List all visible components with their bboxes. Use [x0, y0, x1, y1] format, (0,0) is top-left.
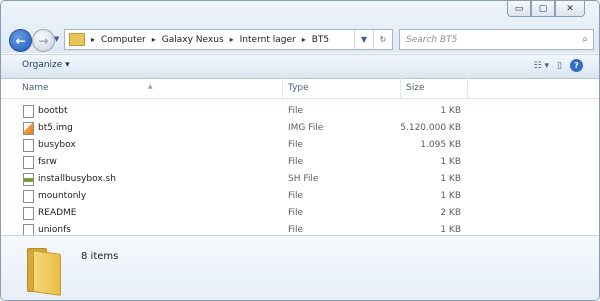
file-type: File: [288, 157, 304, 167]
forward-button[interactable]: →: [32, 29, 55, 52]
file-type: File: [288, 140, 304, 150]
address-bar[interactable]: ▸ Computer ▸ Galaxy Nexus ▸ Internt lage…: [64, 29, 393, 50]
column-divider[interactable]: [467, 78, 468, 98]
file-name: fsrw: [38, 157, 57, 167]
img-file-icon: [23, 122, 34, 135]
folder-icon: [23, 246, 63, 296]
chevron-right-icon[interactable]: ▸: [302, 35, 306, 44]
file-type: File: [288, 208, 304, 218]
file-name: busybox: [38, 140, 76, 150]
preview-pane-button[interactable]: ▯: [557, 58, 562, 73]
list-item[interactable]: installbusybox.sh SH File 1 KB: [1, 171, 599, 188]
file-list: bootbt File 1 KB bt5.img IMG File 5.120.…: [1, 103, 599, 239]
command-bar: Organize ▾ ☷ ▾ ▯ ?: [1, 54, 599, 79]
chevron-right-icon[interactable]: ▸: [230, 35, 234, 44]
help-icon[interactable]: ?: [570, 59, 583, 72]
file-icon: [23, 105, 34, 118]
file-icon: [23, 156, 34, 169]
change-view-button[interactable]: ☷ ▾: [534, 58, 549, 73]
file-name: README: [38, 208, 77, 218]
file-name: mountonly: [38, 191, 87, 201]
title-bar: ▭ ▢ ✕ ← → ▼ ▸ Computer ▸ Galaxy Nexus ▸ …: [1, 1, 599, 53]
chevron-right-icon[interactable]: ▸: [91, 35, 95, 44]
file-size: 1.095 KB: [420, 140, 461, 150]
explorer-window: ▭ ▢ ✕ ← → ▼ ▸ Computer ▸ Galaxy Nexus ▸ …: [0, 0, 600, 301]
list-item[interactable]: bt5.img IMG File 5.120.000 KB: [1, 120, 599, 137]
file-size: 5.120.000 KB: [400, 123, 461, 133]
chevron-right-icon[interactable]: ▸: [152, 35, 156, 44]
close-button[interactable]: ✕: [555, 1, 585, 17]
maximize-button[interactable]: ▢: [531, 1, 555, 17]
address-bar-buttons: ▼ ↻: [354, 30, 392, 49]
minimize-button[interactable]: ▭: [507, 1, 531, 17]
breadcrumb-item-computer[interactable]: Computer: [101, 35, 146, 45]
file-icon: [23, 139, 34, 152]
breadcrumb: ▸ Computer ▸ Galaxy Nexus ▸ Internt lage…: [85, 35, 329, 45]
column-header-type[interactable]: Type: [288, 83, 309, 93]
breadcrumb-item-internt-lager[interactable]: Internt lager: [240, 35, 296, 45]
recent-pages-dropdown[interactable]: ▼: [54, 35, 59, 43]
refresh-button[interactable]: ↻: [373, 30, 392, 49]
file-type: SH File: [288, 174, 319, 184]
file-name: installbusybox.sh: [38, 174, 116, 184]
column-headers: ▲ Name Type Size: [1, 78, 599, 99]
refresh-icon: ↻: [379, 35, 387, 44]
sort-arrow-icon: ▲: [148, 83, 153, 90]
file-icon: [23, 207, 34, 220]
column-divider[interactable]: [400, 78, 401, 98]
item-count: 8 items: [81, 251, 119, 262]
details-pane: 8 items: [1, 235, 599, 300]
file-size: 1 KB: [440, 225, 461, 235]
file-size: 1 KB: [440, 106, 461, 116]
organize-button[interactable]: Organize ▾: [22, 60, 70, 70]
file-type: File: [288, 106, 304, 116]
search-icon[interactable]: ⌕: [577, 34, 593, 45]
list-item[interactable]: bootbt File 1 KB: [1, 103, 599, 120]
breadcrumb-item-bt5[interactable]: BT5: [312, 35, 329, 45]
file-type: File: [288, 191, 304, 201]
back-button[interactable]: ←: [9, 29, 32, 52]
back-arrow-icon: ←: [15, 33, 26, 48]
list-item[interactable]: fsrw File 1 KB: [1, 154, 599, 171]
file-type: File: [288, 225, 304, 235]
view-controls: ☷ ▾ ▯ ?: [534, 58, 583, 73]
file-icon: [23, 190, 34, 203]
file-name: unionfs: [38, 225, 71, 235]
file-name: bt5.img: [38, 123, 73, 133]
file-size: 2 KB: [440, 208, 461, 218]
file-size: 1 KB: [440, 157, 461, 167]
list-item[interactable]: README File 2 KB: [1, 205, 599, 222]
search-box[interactable]: Search BT5 ⌕: [399, 29, 594, 50]
file-name: bootbt: [38, 106, 68, 116]
breadcrumb-item-galaxy-nexus[interactable]: Galaxy Nexus: [162, 35, 224, 45]
file-type: IMG File: [288, 123, 324, 133]
address-dropdown-button[interactable]: ▼: [354, 30, 373, 49]
column-divider[interactable]: [282, 78, 283, 98]
list-item[interactable]: busybox File 1.095 KB: [1, 137, 599, 154]
folder-icon: [69, 33, 85, 46]
forward-arrow-icon: →: [38, 33, 49, 48]
column-header-size[interactable]: Size: [406, 83, 424, 93]
column-header-name[interactable]: Name: [22, 83, 49, 93]
caption-buttons: ▭ ▢ ✕: [507, 1, 585, 17]
sh-file-icon: [23, 173, 34, 186]
file-size: 1 KB: [440, 191, 461, 201]
file-size: 1 KB: [440, 174, 461, 184]
list-item[interactable]: mountonly File 1 KB: [1, 188, 599, 205]
search-input[interactable]: Search BT5: [406, 35, 577, 45]
